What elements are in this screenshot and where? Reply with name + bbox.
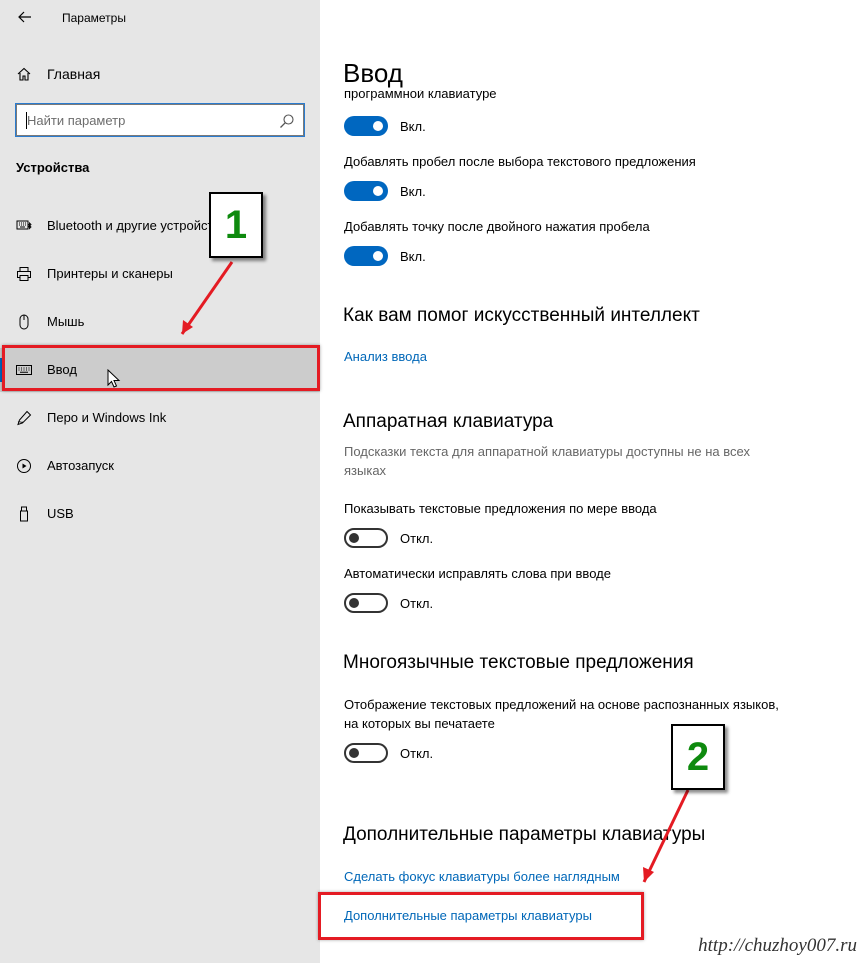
toggle-state: Откл. [400,530,434,546]
toggle-row[interactable]: Откл. [344,743,433,763]
step-marker-1: 1 [209,192,263,258]
pen-icon [17,410,32,426]
search-box[interactable] [14,102,306,138]
sidebar-item-label: Принтеры и сканеры [47,266,173,281]
usb-icon [20,506,28,522]
home-label: Главная [47,66,101,82]
setting-label: Добавлять пробел после выбора текстового… [344,154,696,169]
sidebar: Параметры Главная Устройства Bluetooth и… [0,0,320,963]
toggle-state: Откл. [400,595,434,611]
keyboard-focus-link[interactable]: Сделать фокус клавиатуры более наглядным [344,869,620,884]
sidebar-item-autoplay[interactable]: Автозапуск [0,444,320,488]
sidebar-item-label: USB [47,506,74,521]
page-title: Ввод [343,58,403,88]
printer-icon [17,267,31,281]
toggle-switch-off[interactable] [344,528,388,548]
typing-insights-link[interactable]: Анализ ввода [344,349,427,364]
sidebar-item-pen[interactable]: Перо и Windows Ink [0,396,320,440]
toggle-state: Вкл. [400,248,426,264]
home-nav-item[interactable]: Главная [0,58,320,90]
toggle-switch-on[interactable] [344,116,388,136]
window-title: Параметры [62,11,126,25]
toggle-switch-on[interactable] [344,246,388,266]
toggle-state: Вкл. [400,118,426,134]
search-input[interactable] [27,110,277,130]
sidebar-item-label: Автозапуск [47,458,114,473]
sidebar-item-label: Перо и Windows Ink [47,410,167,425]
sidebar-item-mouse[interactable]: Мышь [0,300,320,344]
title-bar: Параметры [0,0,320,36]
clipped-setting-label: программной клавиатуре [344,90,497,101]
mouse-icon [19,314,29,330]
sidebar-item-label: Bluetooth и другие устройства [47,218,215,233]
main-content: Ввод программной клавиатуре Вкл. Добавля… [320,0,863,963]
toggle-switch-off[interactable] [344,593,388,613]
toggle-switch-off[interactable] [344,743,388,763]
toggle-row[interactable]: Откл. [344,528,433,548]
mouse-cursor-icon [107,369,121,388]
home-icon [17,67,31,81]
section-title-devices: Устройства [16,160,90,175]
setting-label: Добавлять точку после двойного нажатия п… [344,219,650,234]
sidebar-item-label: Мышь [47,314,85,329]
back-arrow-icon [18,11,31,23]
toggle-state: Вкл. [400,183,426,199]
section-heading-advanced-keyboard: Дополнительные параметры клавиатуры [343,824,706,845]
autoplay-icon [17,459,31,473]
sidebar-item-bluetooth[interactable]: Bluetooth и другие устройства [0,204,320,248]
section-heading-hardware-keyboard: Аппаратная клавиатура [343,411,554,432]
section-description: Подсказки текста для аппаратной клавиату… [344,444,750,478]
step-marker-2: 2 [671,724,725,790]
toggle-row[interactable]: Вкл. [344,246,426,266]
toggle-row[interactable]: Вкл. [344,181,426,201]
bluetooth-keyboard-icon [16,220,32,230]
advanced-keyboard-settings-link[interactable]: Дополнительные параметры клавиатуры [344,908,592,923]
setting-label: Показывать текстовые предложения по мере… [344,501,657,516]
back-button[interactable] [14,6,36,28]
sidebar-item-input[interactable]: Ввод [0,348,320,392]
sidebar-item-label: Ввод [47,362,77,377]
toggle-row[interactable]: Откл. [344,593,433,613]
toggle-row[interactable]: Вкл. [344,116,426,136]
section-heading-multilingual: Многоязычные текстовые предложения [343,652,694,673]
sidebar-item-usb[interactable]: USB [0,492,320,536]
watermark: http://chuzhoy007.ru [698,935,857,956]
sidebar-item-printers[interactable]: Принтеры и сканеры [0,252,320,296]
toggle-switch-on[interactable] [344,181,388,201]
section-heading-ai: Как вам помог искусственный интеллект [343,305,700,326]
search-icon[interactable] [279,113,295,129]
keyboard-icon [16,365,32,375]
setting-label: Автоматически исправлять слова при вводе [344,566,611,581]
toggle-state: Откл. [400,745,434,761]
